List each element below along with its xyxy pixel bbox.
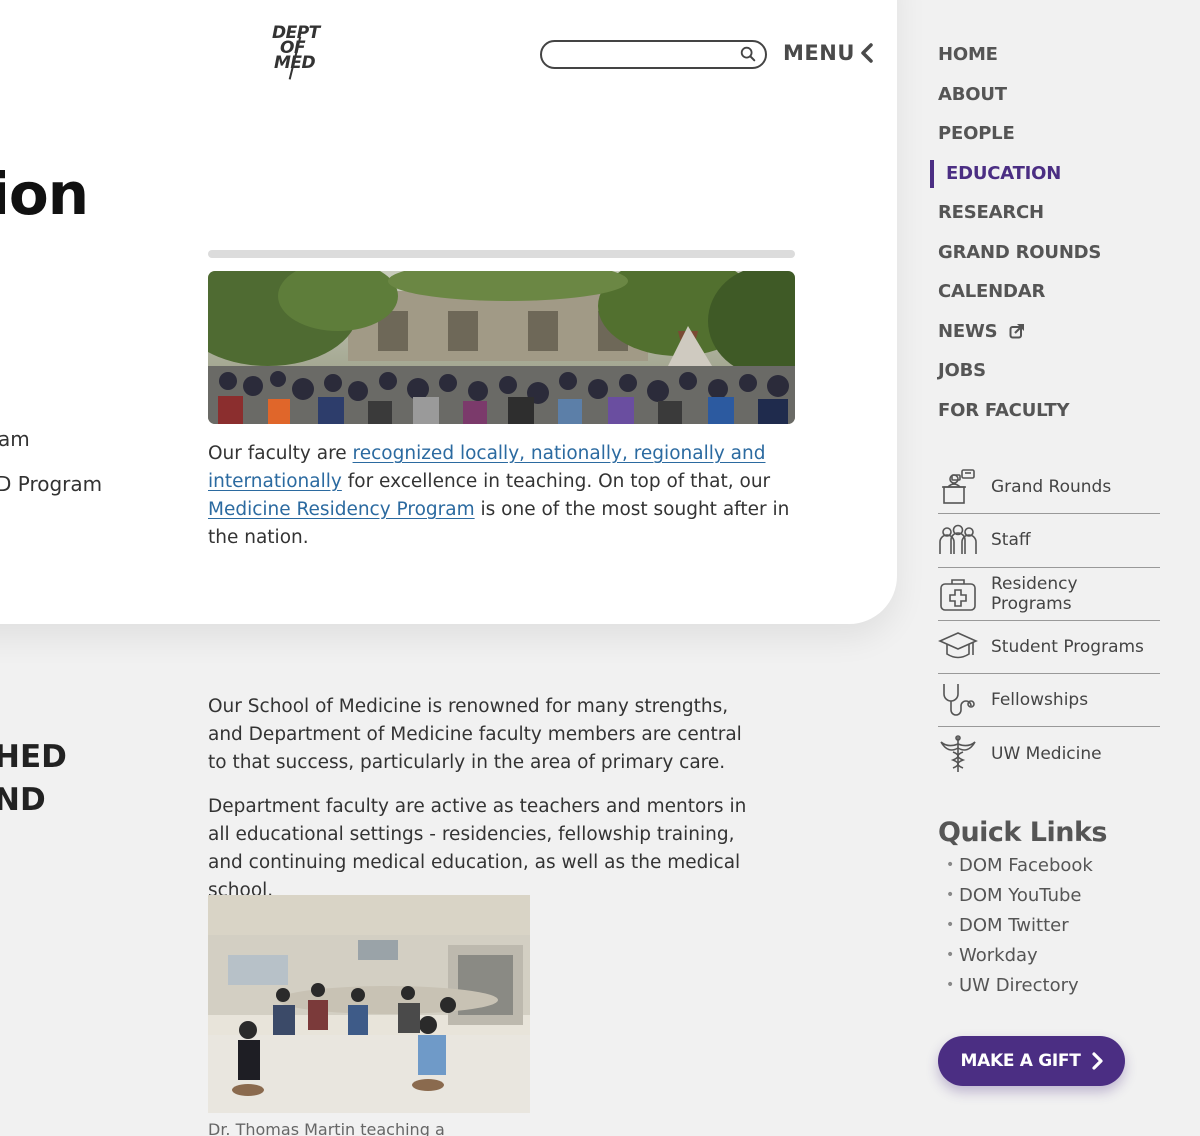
link-staff[interactable]: Staff xyxy=(938,514,1160,568)
teaching-session-photo xyxy=(208,895,530,1113)
people-group-icon xyxy=(939,525,977,555)
chevron-left-icon xyxy=(861,43,873,63)
nav-item-research[interactable]: RESEARCH xyxy=(938,202,1101,242)
link-residency-programs[interactable]: Residency Programs xyxy=(938,568,1160,621)
medical-kit-icon xyxy=(940,578,976,611)
intro-text-1: Our faculty are xyxy=(208,443,353,464)
logo-line-3: MED xyxy=(274,53,316,73)
residency-program-link[interactable]: Medicine Residency Program xyxy=(208,499,475,520)
stethoscope-icon xyxy=(943,684,975,717)
nav-item-calendar[interactable]: CALENDAR xyxy=(938,281,1101,321)
nav-item-jobs[interactable]: JOBS xyxy=(938,360,1101,400)
nav-item-grand-rounds[interactable]: GRAND ROUNDS xyxy=(938,242,1101,282)
nav-item-about[interactable]: ABOUT xyxy=(938,84,1101,124)
site-navigation: HOME ABOUT PEOPLE EDUCATION RESEARCH GRA… xyxy=(929,44,1101,440)
bullet-icon: • xyxy=(946,977,955,993)
left-nav-item-md-program[interactable]: D Program xyxy=(0,472,102,496)
link-label: Staff xyxy=(991,530,1031,551)
quick-link-label: DOM YouTube xyxy=(959,885,1082,906)
menu-button[interactable]: MENU xyxy=(783,41,875,65)
section-links: Grand Rounds Staff Residency Programs St… xyxy=(938,461,1160,781)
quick-link-youtube[interactable]: • DOM YouTube xyxy=(946,885,1093,915)
quick-links-title: Quick Links xyxy=(938,817,1108,848)
progress-divider xyxy=(208,250,795,258)
body-paragraph-1: Our School of Medicine is renowned for m… xyxy=(208,696,742,773)
quick-link-label: DOM Facebook xyxy=(959,855,1093,876)
bullet-icon: • xyxy=(946,857,955,873)
link-fellowships[interactable]: Fellowships xyxy=(938,674,1160,728)
dept-of-med-logo[interactable]: DEPT OF MED xyxy=(272,25,324,82)
bullet-icon: • xyxy=(946,947,955,963)
make-a-gift-button[interactable]: MAKE A GIFT xyxy=(938,1036,1125,1086)
gift-label: MAKE A GIFT xyxy=(960,1051,1081,1071)
quick-link-uw-directory[interactable]: • UW Directory xyxy=(946,975,1093,1005)
quick-link-label: Workday xyxy=(959,945,1038,966)
photo-caption: Dr. Thomas Martin teaching a xyxy=(208,1120,445,1136)
link-student-programs[interactable]: Student Programs xyxy=(938,621,1160,675)
link-label: UW Medicine xyxy=(991,744,1102,765)
nav-item-people[interactable]: PEOPLE xyxy=(938,123,1101,163)
nav-item-for-faculty[interactable]: FOR FACULTY xyxy=(938,400,1101,440)
section-heading-line-1: HED xyxy=(0,739,67,775)
bullet-icon: • xyxy=(946,887,955,903)
search-box[interactable] xyxy=(540,40,767,69)
campus-crowd-photo xyxy=(208,271,795,424)
search-icon[interactable] xyxy=(739,45,757,63)
chevron-right-icon xyxy=(1091,1052,1103,1070)
link-label: Residency Programs xyxy=(991,573,1078,614)
external-link-icon xyxy=(1009,323,1025,338)
link-label: Grand Rounds xyxy=(991,477,1112,498)
menu-label: MENU xyxy=(783,41,855,65)
quick-link-twitter[interactable]: • DOM Twitter xyxy=(946,915,1093,945)
nav-item-news[interactable]: NEWS xyxy=(938,321,1101,361)
quick-link-facebook[interactable]: • DOM Facebook xyxy=(946,855,1093,885)
intro-paragraph: Our faculty are recognized locally, nati… xyxy=(208,440,798,552)
page-title: ion xyxy=(0,160,89,228)
left-nav-item-program[interactable]: am xyxy=(0,427,30,451)
search-input[interactable] xyxy=(554,42,734,66)
nav-item-education[interactable]: EDUCATION xyxy=(929,159,1101,203)
quick-link-workday[interactable]: • Workday xyxy=(946,945,1093,975)
section-heading-line-2: ND xyxy=(0,782,46,818)
link-label: Student Programs xyxy=(991,637,1144,658)
link-grand-rounds[interactable]: Grand Rounds xyxy=(938,461,1160,515)
bullet-icon: • xyxy=(946,917,955,933)
nav-item-home[interactable]: HOME xyxy=(938,44,1101,84)
body-paragraph-2: Department faculty are active as teacher… xyxy=(208,796,747,901)
quick-links-list: • DOM Facebook • DOM YouTube • DOM Twitter … xyxy=(946,855,1093,1005)
quick-link-label: UW Directory xyxy=(959,975,1079,996)
nav-item-news-label: NEWS xyxy=(938,320,998,342)
caduceus-icon xyxy=(940,735,976,773)
graduation-cap-icon xyxy=(938,632,978,659)
link-label: Fellowships xyxy=(991,690,1089,711)
link-uw-medicine[interactable]: UW Medicine xyxy=(938,727,1160,780)
podium-icon xyxy=(942,469,975,504)
intro-text-2: for excellence in teaching. On top of th… xyxy=(341,471,771,492)
quick-link-label: DOM Twitter xyxy=(959,915,1069,936)
